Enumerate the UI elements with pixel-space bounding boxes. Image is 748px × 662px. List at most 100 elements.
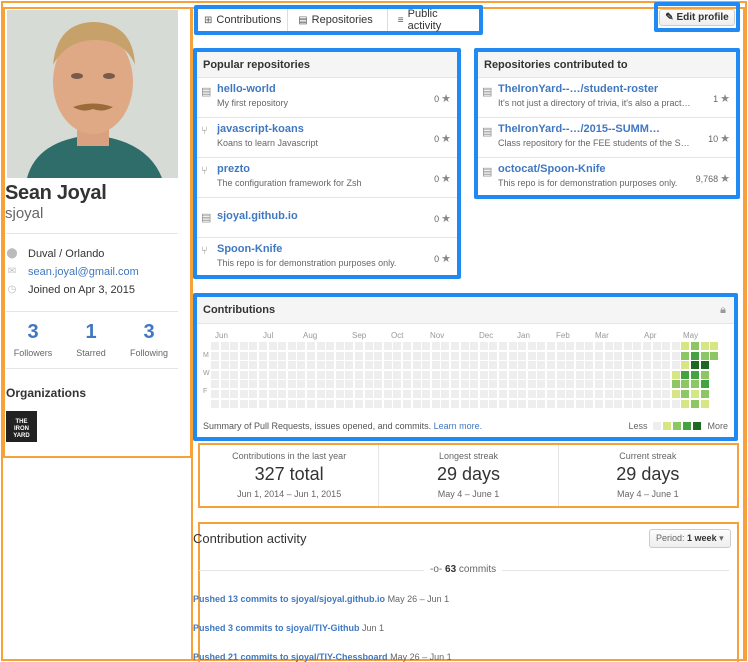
contribution-day[interactable] [604, 342, 613, 350]
period-dropdown[interactable]: Period: 1 week ▾ [649, 529, 731, 548]
contribution-day[interactable] [307, 399, 315, 408]
contribution-day[interactable] [671, 361, 680, 370]
contribution-day[interactable] [489, 351, 498, 360]
contribution-day[interactable] [508, 342, 517, 350]
contribution-day[interactable] [297, 342, 306, 350]
contribution-day[interactable] [335, 351, 344, 360]
contribution-day[interactable] [479, 390, 488, 398]
contribution-day[interactable] [643, 351, 651, 360]
contribution-day[interactable] [393, 390, 402, 398]
contribution-day[interactable] [470, 361, 479, 370]
contribution-day[interactable] [595, 380, 603, 389]
contribution-day[interactable] [230, 342, 239, 350]
contribution-day[interactable] [355, 380, 363, 389]
contribution-day[interactable] [403, 361, 411, 370]
contribution-day[interactable] [431, 380, 440, 389]
contribution-day[interactable] [431, 390, 440, 398]
contribution-day[interactable] [326, 370, 335, 379]
contribution-day[interactable] [479, 342, 488, 350]
contribution-day[interactable] [249, 380, 258, 389]
contribution-day[interactable] [537, 342, 546, 350]
contribution-day[interactable] [691, 380, 699, 389]
contribution-day[interactable] [307, 370, 315, 379]
contribution-day[interactable] [393, 351, 402, 360]
contribution-day[interactable] [239, 380, 248, 389]
starred-stat[interactable]: 1 Starred [62, 321, 120, 358]
contribution-day[interactable] [537, 351, 546, 360]
contribution-day[interactable] [595, 342, 603, 350]
contribution-day[interactable] [383, 351, 392, 360]
contribution-day[interactable] [316, 399, 325, 408]
contribution-day[interactable] [460, 342, 469, 350]
contribution-day[interactable] [326, 399, 335, 408]
contribution-day[interactable] [547, 399, 555, 408]
contribution-day[interactable] [431, 351, 440, 360]
contribution-day[interactable] [470, 399, 479, 408]
contribution-day[interactable] [681, 361, 690, 370]
contribution-day[interactable] [220, 342, 229, 350]
contribution-day[interactable] [431, 370, 440, 379]
contribution-day[interactable] [499, 380, 507, 389]
repo-item[interactable]: ▤ octocat/Spoon-Knife This repo is for d… [478, 158, 736, 198]
contribution-day[interactable] [431, 399, 440, 408]
contribution-day[interactable] [691, 342, 699, 350]
contribution-day[interactable] [585, 370, 594, 379]
contribution-day[interactable] [355, 361, 363, 370]
contribution-day[interactable] [326, 342, 335, 350]
contribution-day[interactable] [575, 390, 584, 398]
contribution-day[interactable] [259, 380, 267, 389]
contribution-day[interactable] [316, 390, 325, 398]
contribution-day[interactable] [460, 370, 469, 379]
contribution-day[interactable] [249, 351, 258, 360]
contribution-day[interactable] [691, 351, 699, 360]
contribution-day[interactable] [383, 370, 392, 379]
contribution-day[interactable] [681, 370, 690, 379]
contribution-day[interactable] [575, 370, 584, 379]
contribution-day[interactable] [287, 390, 296, 398]
contribution-day[interactable] [614, 351, 623, 360]
contribution-day[interactable] [518, 399, 527, 408]
contribution-day[interactable] [268, 351, 277, 360]
contribution-day[interactable] [604, 380, 613, 389]
contribution-day[interactable] [403, 399, 411, 408]
contribution-day[interactable] [585, 361, 594, 370]
contribution-day[interactable] [374, 361, 383, 370]
contribution-day[interactable] [614, 380, 623, 389]
contribution-day[interactable] [537, 399, 546, 408]
contribution-day[interactable] [643, 342, 651, 350]
contribution-day[interactable] [460, 361, 469, 370]
contribution-day[interactable] [614, 370, 623, 379]
contribution-day[interactable] [489, 399, 498, 408]
repo-item[interactable]: ▤ TheIronYard--…/2015--SUMM… Class repos… [478, 118, 736, 158]
repo-name[interactable]: Spoon-Knife [217, 243, 457, 255]
contribution-day[interactable] [403, 342, 411, 350]
contribution-day[interactable] [643, 361, 651, 370]
contribution-day[interactable] [287, 370, 296, 379]
contribution-day[interactable] [239, 361, 248, 370]
contribution-day[interactable] [441, 370, 450, 379]
contribution-day[interactable] [393, 370, 402, 379]
contribution-day[interactable] [499, 361, 507, 370]
contribution-day[interactable] [595, 390, 603, 398]
contribution-day[interactable] [412, 399, 421, 408]
contribution-day[interactable] [441, 351, 450, 360]
contribution-day[interactable] [575, 380, 584, 389]
contribution-day[interactable] [585, 351, 594, 360]
contribution-day[interactable] [479, 370, 488, 379]
contribution-day[interactable] [230, 399, 239, 408]
contribution-day[interactable] [479, 380, 488, 389]
contribution-day[interactable] [566, 380, 575, 389]
contribution-day[interactable] [643, 380, 651, 389]
contribution-day[interactable] [489, 390, 498, 398]
contribution-day[interactable] [345, 370, 354, 379]
contribution-day[interactable] [489, 361, 498, 370]
contribution-day[interactable] [211, 380, 219, 389]
contribution-day[interactable] [700, 399, 709, 408]
learn-more-link[interactable]: Learn more. [434, 421, 483, 431]
contribution-day[interactable] [556, 390, 565, 398]
contribution-day[interactable] [595, 370, 603, 379]
contribution-day[interactable] [451, 342, 459, 350]
contribution-day[interactable] [575, 361, 584, 370]
contribution-day[interactable] [335, 399, 344, 408]
contribution-day[interactable] [422, 361, 431, 370]
